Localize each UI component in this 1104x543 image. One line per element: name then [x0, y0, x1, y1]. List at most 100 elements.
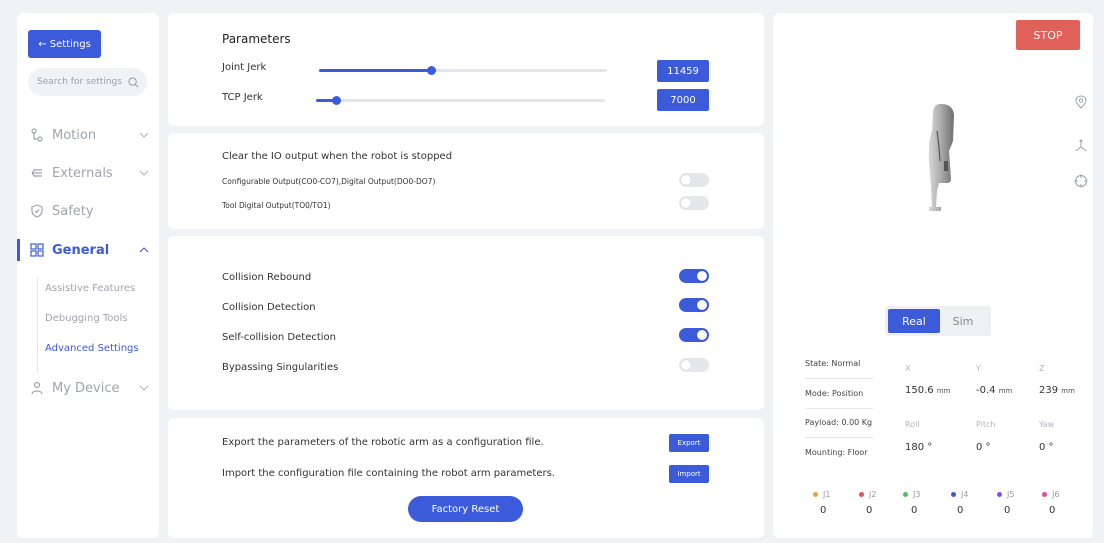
joint-name: J5 — [1007, 490, 1015, 499]
user-icon — [30, 381, 44, 395]
sub-item-assistive-features[interactable]: Assistive Features — [45, 283, 135, 294]
collision-detection-label: Collision Detection — [222, 302, 316, 313]
joint-jerk-slider[interactable] — [319, 66, 607, 75]
divider — [805, 437, 873, 438]
chevron-down-icon — [139, 132, 149, 138]
joint-jerk-label: Joint Jerk — [222, 62, 267, 73]
j4-dot-icon — [951, 492, 956, 497]
joint-name: J4 — [961, 490, 969, 499]
sub-item-advanced-settings[interactable]: Advanced Settings — [45, 343, 139, 354]
unit-mm: mm — [1061, 387, 1075, 395]
joint-jerk-handle[interactable] — [427, 66, 437, 75]
collision-rebound-toggle[interactable] — [679, 269, 709, 283]
nav-label: Externals — [52, 165, 113, 181]
back-to-settings-button[interactable]: ← Settings — [28, 30, 101, 58]
joint-label-j3: J3 — [903, 490, 920, 499]
nav-item-my-device[interactable]: My Device — [17, 375, 159, 401]
nav-item-safety[interactable]: Safety — [17, 198, 159, 224]
real-sim-toggle: Real Sim — [885, 306, 991, 336]
factory-reset-button[interactable]: Factory Reset — [408, 496, 523, 522]
chevron-up-icon — [139, 247, 149, 253]
search-icon — [128, 76, 139, 87]
crosshair-icon[interactable] — [1074, 174, 1088, 188]
tcp-jerk-label: TCP Jerk — [222, 92, 263, 103]
joint-value-j2: 0 — [866, 505, 873, 516]
tab-sim[interactable]: Sim — [937, 309, 989, 333]
joint-label-j5: J5 — [997, 490, 1014, 499]
motion-icon — [30, 128, 44, 142]
yaw-value: 0 ° — [1039, 442, 1054, 453]
grid-icon — [30, 243, 44, 257]
config-card: Export the parameters of the robotic arm… — [168, 418, 764, 538]
search-input[interactable]: Search for settings — [28, 68, 147, 96]
coordinate-axes-icon[interactable] — [1074, 139, 1088, 153]
tcp-jerk-handle[interactable] — [332, 96, 342, 105]
j5-dot-icon — [997, 492, 1002, 497]
collision-rebound-label: Collision Rebound — [222, 272, 312, 283]
nav-label: General — [52, 242, 110, 258]
export-text: Export the parameters of the robotic arm… — [222, 437, 544, 448]
tab-real[interactable]: Real — [888, 309, 940, 333]
tcp-jerk-slider[interactable] — [316, 96, 605, 105]
self-collision-label: Self-collision Detection — [222, 332, 337, 343]
j2-dot-icon — [859, 492, 864, 497]
joint-jerk-value[interactable]: 11459 — [657, 60, 709, 82]
divider — [805, 408, 873, 409]
y-value: -0.4 mm — [976, 385, 1012, 396]
submenu-divider — [37, 278, 38, 373]
self-collision-toggle[interactable] — [679, 328, 709, 342]
io-clear-card: Clear the IO output when the robot is st… — [168, 133, 764, 229]
x-value: 150.6 mm — [905, 385, 950, 396]
joint-label-j2: J2 — [859, 490, 876, 499]
unit-mm: mm — [998, 387, 1013, 395]
unit-mm: mm — [936, 387, 951, 395]
divider — [805, 378, 873, 379]
joint-value-j4: 0 — [957, 505, 964, 516]
nav-label: Motion — [52, 127, 97, 143]
configurable-output-toggle[interactable] — [679, 173, 709, 187]
yaw-label: Yaw — [1039, 420, 1055, 429]
collision-detection-toggle[interactable] — [679, 298, 709, 312]
configurable-output-label: Configurable Output(CO0-CO7),Digital Out… — [222, 177, 436, 186]
z-label: Z — [1039, 364, 1045, 373]
pitch-label: Pitch — [976, 420, 996, 429]
x-number: 150.6 — [905, 385, 934, 396]
import-text: Import the configuration file containing… — [222, 468, 555, 479]
tcp-jerk-value[interactable]: 7000 — [657, 89, 709, 111]
y-number: -0.4 — [976, 385, 996, 396]
j6-dot-icon — [1042, 492, 1047, 497]
nav-item-motion[interactable]: Motion — [17, 122, 159, 148]
collision-card: Collision Rebound Collision Detection Se… — [168, 236, 764, 410]
location-pin-icon[interactable] — [1074, 95, 1088, 109]
tool-output-label: Tool Digital Output(TO0/TO1) — [222, 201, 331, 210]
nav-label: Safety — [52, 203, 94, 219]
import-button[interactable]: Import — [669, 465, 709, 483]
roll-value: 180 ° — [905, 442, 933, 453]
tool-output-toggle[interactable] — [679, 196, 709, 210]
nav-item-general[interactable]: General — [17, 237, 159, 263]
roll-label: Roll — [905, 420, 920, 429]
bypass-singularities-label: Bypassing Singularities — [222, 362, 339, 373]
settings-sidebar: ← Settings Search for settings Motion Ex… — [17, 13, 159, 538]
stop-button[interactable]: STOP — [1016, 20, 1080, 50]
nav-item-externals[interactable]: Externals — [17, 160, 159, 186]
externals-icon — [30, 166, 44, 180]
robot-status-panel: STOP Real Sim State: Normal Mode: Positi… — [773, 13, 1093, 538]
joint-name: J1 — [823, 490, 831, 499]
search-placeholder: Search for settings — [37, 77, 122, 87]
bypass-singularities-toggle[interactable] — [679, 358, 709, 372]
robot-arm-3d-view[interactable] — [923, 101, 959, 213]
sub-item-debugging-tools[interactable]: Debugging Tools — [45, 313, 128, 324]
payload-text: Payload: 0.00 Kg — [805, 418, 873, 427]
joint-label-j1: J1 — [813, 490, 830, 499]
nav-label: My Device — [52, 380, 120, 396]
state-text: State: Normal — [805, 359, 861, 368]
joint-label-j4: J4 — [951, 490, 968, 499]
joint-value-j6: 0 — [1049, 505, 1056, 516]
io-title: Clear the IO output when the robot is st… — [222, 151, 453, 162]
x-label: X — [905, 364, 911, 373]
y-label: Y — [976, 364, 981, 373]
chevron-down-icon — [139, 170, 149, 176]
joint-value-j5: 0 — [1004, 505, 1011, 516]
export-button[interactable]: Export — [669, 434, 709, 452]
